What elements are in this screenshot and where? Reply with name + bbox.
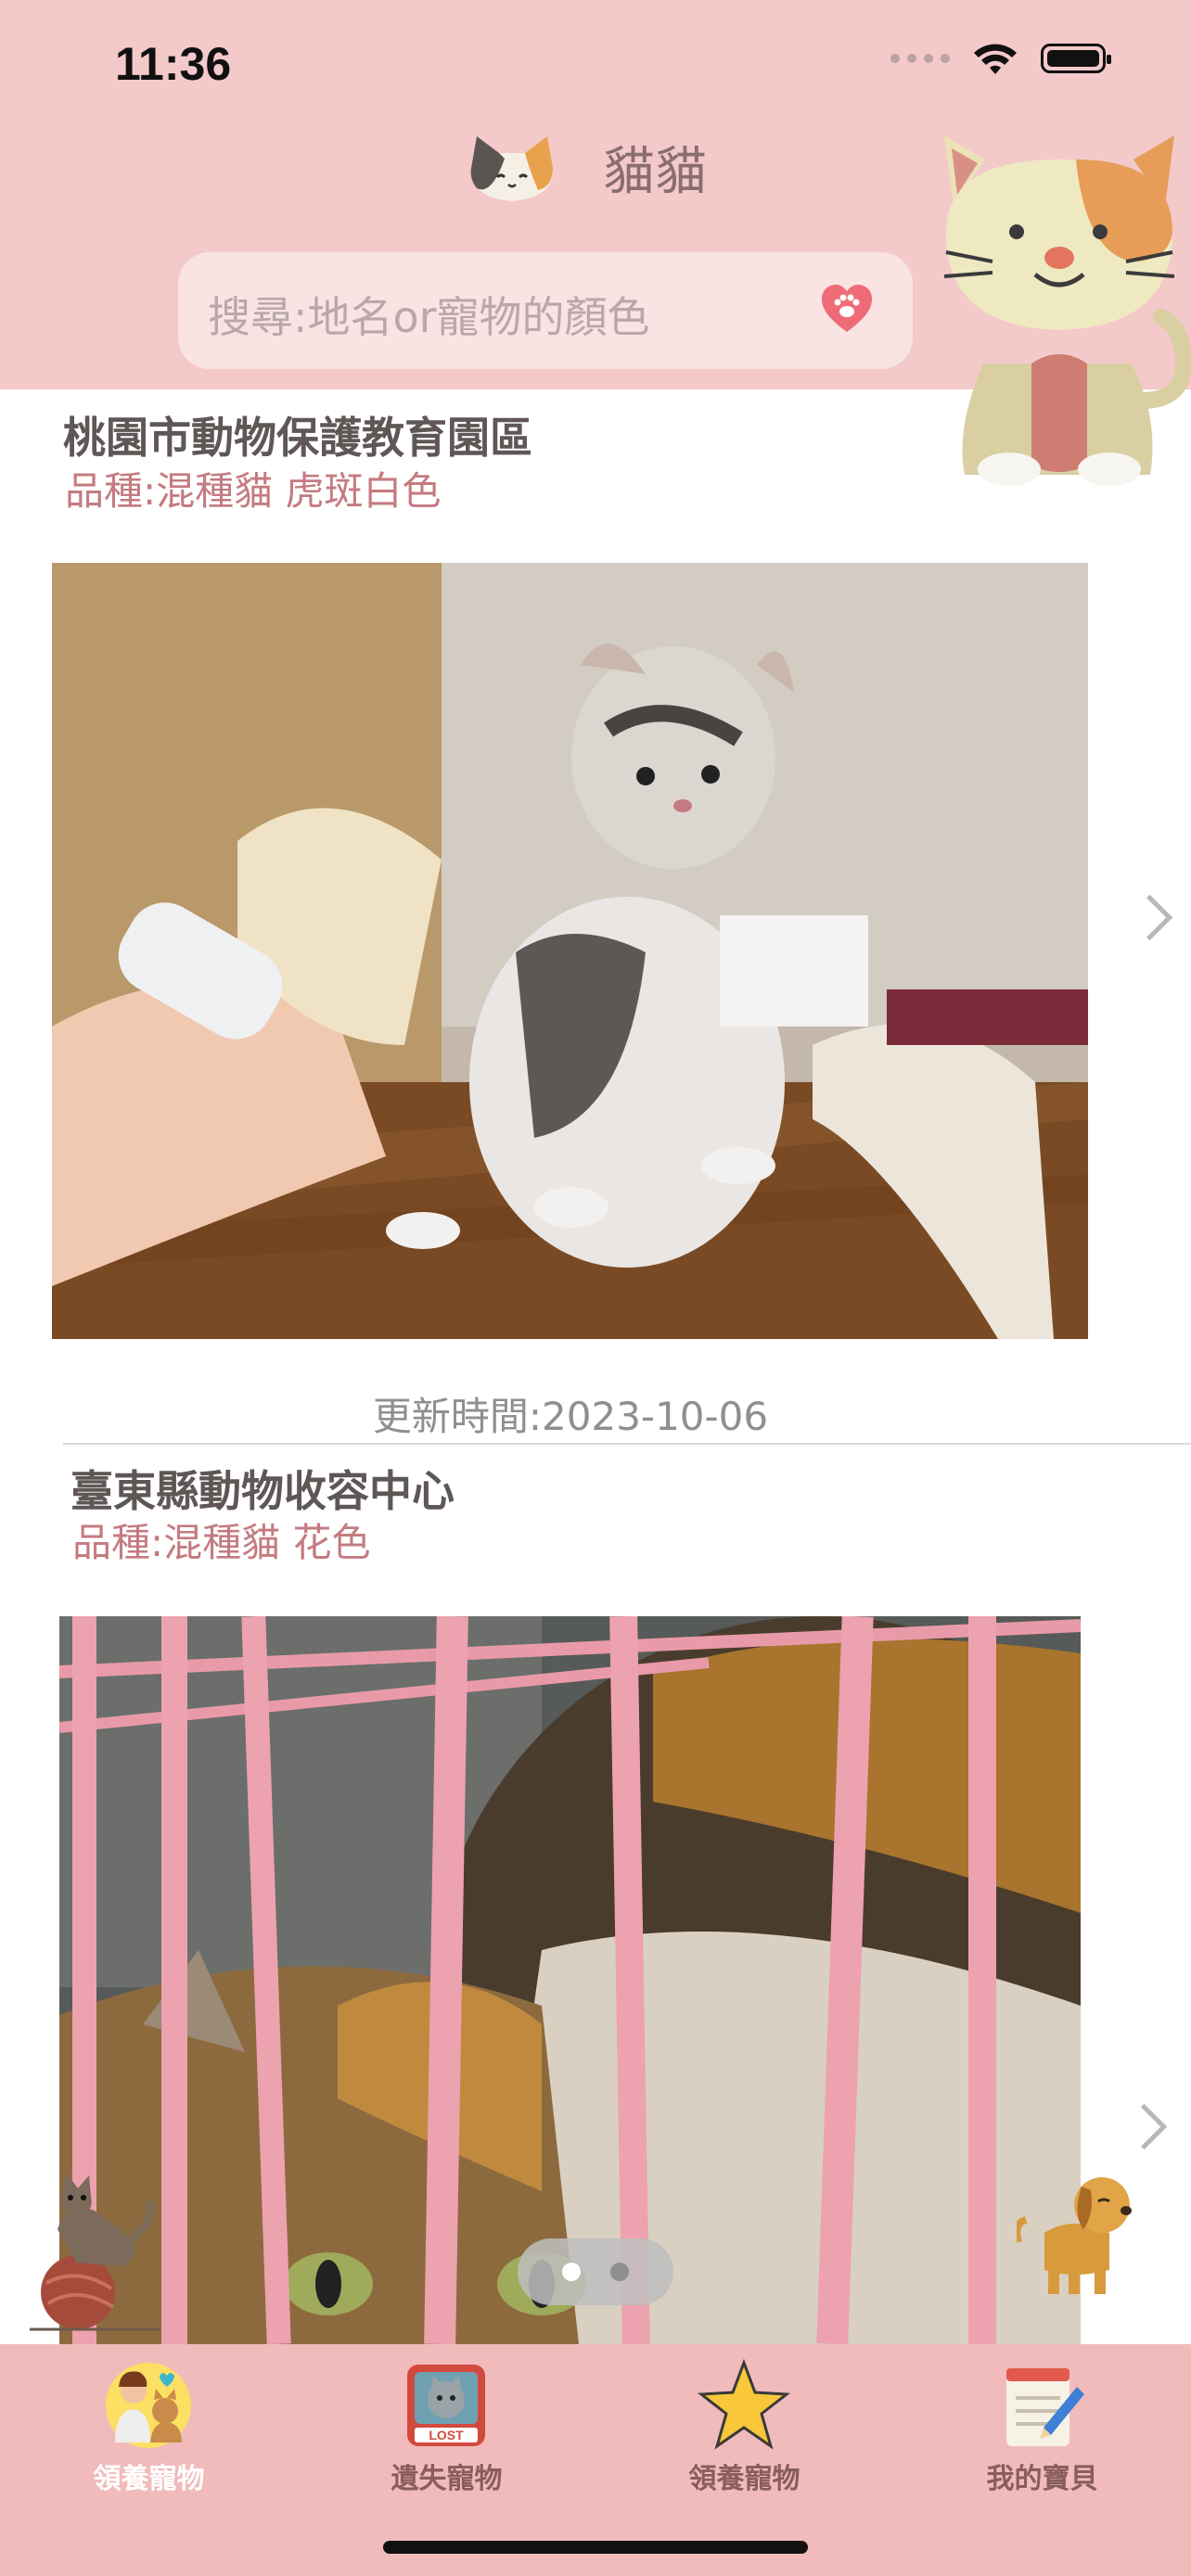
card-1-updated-time: 更新時間:2023-10-06 [372, 1394, 769, 1439]
battery-icon [1041, 44, 1111, 73]
card-2-shelter-name: 臺東縣動物收容中心 [70, 1466, 455, 1516]
heart-paw-icon[interactable] [820, 284, 874, 334]
tab-my-baby[interactable]: 我的寶貝 [893, 2344, 1191, 2530]
wifi-icon [974, 44, 1017, 74]
page-dot-2[interactable] [610, 2263, 629, 2281]
card-1-shelter-name: 桃園市動物保護教育園區 [63, 413, 532, 463]
tab-adopt-pets[interactable]: 領養寵物 [0, 2344, 298, 2530]
notepad-icon [1006, 2368, 1084, 2446]
search-input[interactable]: 搜尋:地名or寵物的顏色 [208, 284, 650, 345]
status-time: 11:36 [115, 38, 232, 90]
calico-cat-photo-image [59, 1616, 1081, 2344]
tab-favorites[interactable]: 領養寵物 [596, 2344, 893, 2530]
calico-cat-face-icon [470, 135, 554, 201]
page-title: 貓貓 [603, 142, 707, 202]
home-indicator[interactable] [383, 2541, 808, 2554]
card-1-pet-photo[interactable] [52, 563, 1088, 1339]
card-1-breed: 品種:混種貓 虎斑白色 [65, 468, 442, 514]
status-icons [890, 41, 1111, 76]
page-indicator[interactable] [518, 2238, 673, 2305]
divider [63, 1443, 1191, 1445]
kitten-photo-image [52, 563, 1088, 1339]
tab-my-baby-label: 我的寶貝 [986, 2463, 1098, 2495]
svg-text:LOST: LOST [429, 2428, 464, 2442]
card-1-next-chevron-icon[interactable] [1126, 894, 1173, 941]
adopt-pets-icon [106, 2363, 191, 2448]
tab-lost-pets[interactable]: LOST 遺失寵物 [298, 2344, 596, 2530]
cat-mascot-icon [943, 135, 1191, 486]
card-2-breed: 品種:混種貓 花色 [72, 1520, 371, 1565]
dog-icon [1017, 2177, 1132, 2294]
tab-adopt-pets-label: 領養寵物 [93, 2463, 205, 2495]
cat-with-yarn-icon [30, 2174, 160, 2331]
nav-title-bar: 貓貓 [464, 130, 707, 205]
page-dot-1[interactable] [562, 2263, 581, 2281]
search-bar[interactable]: 搜尋:地名or寵物的顏色 [178, 252, 913, 369]
lost-pet-icon: LOST [407, 2365, 485, 2446]
cellular-signal-icon [890, 54, 950, 63]
card-2-pet-photo[interactable] [59, 1616, 1081, 2344]
card-2-next-chevron-icon[interactable] [1121, 2103, 1168, 2150]
tab-favorites-label: 領養寵物 [688, 2463, 800, 2495]
tab-lost-pets-label: 遺失寵物 [391, 2463, 503, 2495]
star-icon [698, 2359, 790, 2450]
